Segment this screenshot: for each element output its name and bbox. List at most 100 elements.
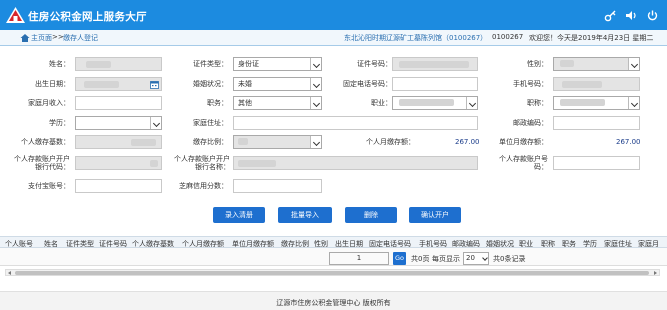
name-label: 姓名： (49, 60, 70, 68)
column-header[interactable]: 学历 (583, 239, 597, 247)
column-header[interactable]: 职务 (562, 239, 576, 247)
key-icon[interactable] (603, 8, 617, 22)
column-header[interactable]: 家庭月 (638, 239, 659, 247)
bank-name-label-line2: 银行名称： (195, 163, 230, 171)
column-header[interactable]: 个人月缴存额 (182, 239, 224, 247)
scrollbar-thumb[interactable] (15, 271, 649, 275)
column-header[interactable]: 邮政编码 (452, 239, 480, 247)
column-header[interactable]: 姓名 (44, 239, 58, 247)
chevron-down-icon (310, 58, 321, 70)
unit-amount-label: 单位月缴存额： (499, 138, 548, 146)
id-type-select[interactable]: 身份证 (233, 57, 322, 71)
column-header[interactable]: 固定电话号码 (369, 239, 411, 247)
column-header[interactable]: 证件类型 (66, 239, 94, 247)
breadcrumb-home[interactable]: 主页面 (31, 33, 52, 43)
column-header[interactable]: 证件号码 (99, 239, 127, 247)
column-header[interactable]: 缴存比例 (281, 239, 309, 247)
per-page-select[interactable]: 20 (463, 252, 489, 265)
marital-select[interactable]: 未婚 (233, 77, 322, 91)
breadcrumb-current: 缴存人登记 (63, 34, 98, 42)
calendar-icon[interactable] (150, 80, 159, 89)
confirm-open-button[interactable]: 确认开户 (409, 207, 461, 223)
education-label: 学历： (49, 119, 70, 127)
address-input[interactable] (233, 116, 478, 130)
id-number-input[interactable] (392, 57, 478, 71)
total-records: 共0条记录 (493, 255, 526, 263)
entry-clear-button[interactable]: 录入清册 (213, 207, 265, 223)
chevron-down-icon (310, 97, 321, 109)
horizontal-scrollbar[interactable] (5, 269, 660, 276)
copyright-text: 辽源市住房公积金管理中心 版权所有 (276, 299, 391, 307)
alipay-label: 支付宝账号： (28, 182, 70, 190)
per-page-value: 20 (466, 254, 475, 262)
column-header[interactable]: 职称 (541, 239, 555, 247)
breadcrumb-separator: >> (52, 33, 64, 41)
speaker-icon[interactable] (624, 8, 638, 22)
column-header[interactable]: 手机号码 (419, 239, 447, 247)
bank-account-label-line1: 个人存款账户号 (499, 155, 548, 163)
column-header[interactable]: 出生日期 (335, 239, 363, 247)
page-number-input[interactable]: 1 (329, 252, 389, 265)
mobile-label: 手机号码： (513, 80, 548, 88)
address-label: 家庭住址： (193, 119, 228, 127)
unit-amount-value: 267.00 (616, 138, 641, 146)
app-title: 住房公积金网上服务大厅 (28, 11, 147, 23)
footer: 辽源市住房公积金管理中心 版权所有 (0, 291, 667, 310)
home-icon (20, 34, 30, 42)
id-type-value: 身份证 (238, 60, 259, 68)
bank-name-label-line1: 个人存款账户开户 (174, 155, 230, 163)
bank-code-label-line1: 个人存款账户开户 (14, 155, 70, 163)
logo-icon (6, 7, 25, 23)
chevron-down-icon (310, 78, 321, 90)
bank-code-input[interactable] (75, 156, 162, 170)
education-select[interactable] (75, 116, 162, 130)
unit-name: 东北沁阳时期辽源矿工墓陈列馆（0100267） (344, 34, 488, 42)
position-value: 其他 (238, 99, 252, 107)
top-header: 住房公积金网上服务大厅 (0, 0, 667, 30)
name-input[interactable] (75, 57, 162, 71)
id-number-label: 证件号码： (357, 60, 392, 68)
power-icon[interactable] (645, 8, 659, 22)
mobile-input[interactable] (553, 77, 640, 91)
ratio-select[interactable] (233, 135, 322, 149)
gender-label: 性别： (527, 60, 548, 68)
column-header[interactable]: 个人账号 (5, 239, 33, 247)
bank-name-label: 个人存款账户开户 银行名称： (160, 155, 230, 171)
scroll-left-icon[interactable] (8, 271, 11, 275)
column-header[interactable]: 职业 (519, 239, 533, 247)
ratio-label: 缴存比例： (193, 138, 228, 146)
column-header[interactable]: 婚姻状况 (486, 239, 514, 247)
personal-amount-value: 267.00 (455, 138, 480, 146)
title-select[interactable] (553, 96, 640, 110)
column-header[interactable]: 单位月缴存额 (232, 239, 274, 247)
income-label: 家庭月收入： (28, 99, 70, 107)
phone-input[interactable] (392, 77, 478, 91)
bank-name-input[interactable] (233, 156, 478, 170)
position-select[interactable]: 其他 (233, 96, 322, 110)
postcode-input[interactable] (553, 116, 640, 130)
column-header[interactable]: 个人缴存基数 (132, 239, 174, 247)
chevron-down-icon (482, 255, 488, 261)
base-input[interactable] (75, 135, 162, 149)
birth-date-input[interactable] (75, 77, 162, 91)
bank-account-label: 个人存款账户号 码： (485, 155, 548, 171)
occupation-select[interactable] (392, 96, 478, 110)
sesame-input[interactable] (233, 179, 322, 193)
gender-select[interactable] (553, 57, 640, 71)
alipay-input[interactable] (75, 179, 162, 193)
column-header[interactable]: 家庭住址 (604, 239, 632, 247)
total-pages: 共0页 (411, 255, 430, 263)
batch-import-button[interactable]: 批量导入 (278, 207, 332, 223)
personal-amount-label: 个人月缴存额： (366, 138, 415, 146)
bank-account-input[interactable] (553, 156, 640, 170)
chevron-down-icon (628, 97, 639, 109)
go-button[interactable]: Go (393, 252, 406, 265)
sesame-label: 芝麻信用分数： (179, 182, 228, 190)
column-header[interactable]: 性别 (314, 239, 328, 247)
income-input[interactable] (75, 96, 162, 110)
delete-button[interactable]: 删除 (345, 207, 397, 223)
per-page-label: 每页显示 (432, 255, 460, 263)
bank-code-label-line2: 银行代码： (35, 163, 70, 171)
birth-label: 出生日期： (35, 80, 70, 88)
scroll-right-icon[interactable] (654, 271, 657, 275)
